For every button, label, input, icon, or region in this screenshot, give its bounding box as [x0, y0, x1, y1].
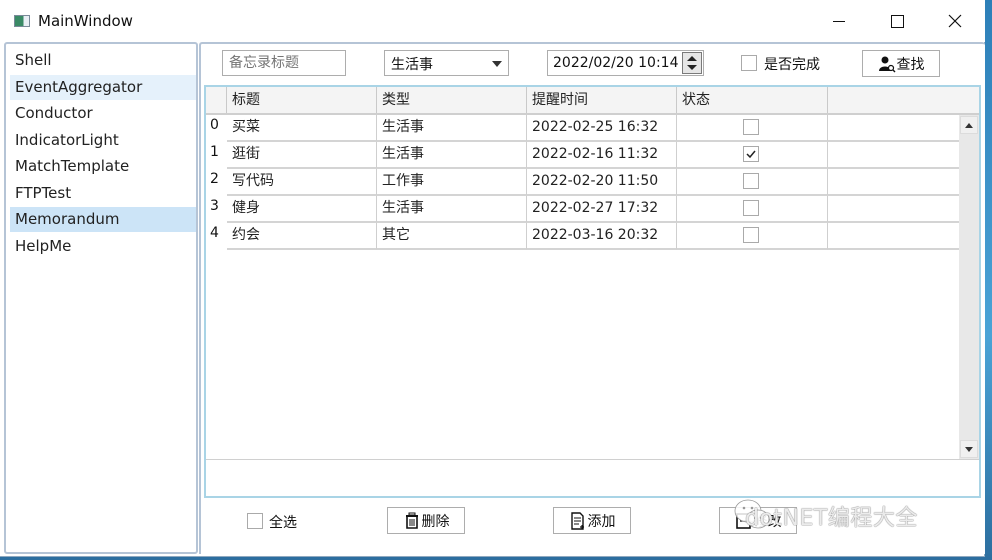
memo-data-grid: 标题 类型 提醒时间 状态 0 买菜 生活事 2022-02-25 16:32 1 逛街生… [204, 85, 981, 498]
minimize-button[interactable] [810, 0, 868, 42]
status-checkbox[interactable] [743, 119, 759, 135]
column-header-status[interactable]: 状态 [677, 87, 828, 113]
maximize-icon [890, 14, 904, 28]
add-button-label: 添加 [587, 513, 616, 530]
checkmark-icon [746, 150, 756, 159]
cell-status [677, 169, 828, 196]
title-bar: MainWindow [0, 0, 985, 42]
cell-remind-time[interactable]: 2022-02-20 11:50 [527, 169, 677, 196]
delete-button-label: 删除 [421, 513, 450, 530]
cell-title[interactable]: 约会 [227, 223, 377, 250]
table-row[interactable]: 4 约会 其它 2022-03-16 20:32 [206, 223, 963, 250]
row-index: 1 [210, 144, 219, 160]
vertical-scrollbar[interactable] [959, 115, 979, 459]
user-search-icon [878, 56, 895, 72]
sidebar-nav: Shell EventAggregator Conductor Indicato… [4, 42, 198, 554]
cell-filler [828, 142, 963, 169]
trash-icon [405, 512, 418, 529]
cell-title[interactable]: 逛街 [227, 142, 377, 169]
sidebar-item-eventaggregator[interactable]: EventAggregator [10, 75, 196, 100]
type-dropdown[interactable]: 生活事 [384, 50, 509, 76]
spin-down-icon[interactable] [687, 65, 697, 70]
type-dropdown-value: 生活事 [391, 57, 433, 73]
minimize-icon [833, 20, 845, 22]
memo-title-input[interactable] [222, 50, 346, 76]
table-row[interactable]: 3 健身 生活事 2022-02-27 17:32 [206, 196, 963, 223]
completed-checkbox[interactable] [741, 55, 757, 71]
status-checkbox[interactable] [743, 146, 759, 162]
cell-type[interactable]: 生活事 [377, 196, 527, 223]
scroll-up-button[interactable] [960, 116, 978, 134]
arrow-down-icon [965, 447, 973, 452]
main-window: MainWindow Shell EventAggregator Conduct… [0, 0, 985, 557]
edit-button-label: 修改 [753, 513, 782, 530]
cell-status [677, 223, 828, 250]
sidebar-item-helpme[interactable]: HelpMe [10, 234, 196, 259]
completed-label: 是否完成 [764, 57, 820, 73]
cell-title[interactable]: 买菜 [227, 115, 377, 142]
table-row[interactable]: 1 逛街 生活事 2022-02-16 11:32 [206, 142, 963, 169]
cell-title[interactable]: 健身 [227, 196, 377, 223]
cell-type[interactable]: 生活事 [377, 115, 527, 142]
status-checkbox[interactable] [743, 200, 759, 216]
cell-filler [828, 196, 963, 223]
cell-remind-time[interactable]: 2022-03-16 20:32 [527, 223, 677, 250]
cell-remind-time[interactable]: 2022-02-25 16:32 [527, 115, 677, 142]
edit-icon [735, 512, 751, 529]
cell-status [677, 196, 828, 223]
arrow-up-icon [965, 123, 973, 128]
cell-filler [828, 115, 963, 142]
status-checkbox[interactable] [743, 227, 759, 243]
table-row[interactable]: 2 写代码 工作事 2022-02-20 11:50 [206, 169, 963, 196]
row-header-corner [206, 87, 227, 113]
chevron-down-icon [492, 61, 502, 67]
status-checkbox[interactable] [743, 173, 759, 189]
cell-type[interactable]: 其它 [377, 223, 527, 250]
row-index: 4 [210, 225, 219, 241]
cell-type[interactable]: 生活事 [377, 142, 527, 169]
app-window-icon [14, 15, 30, 27]
remind-datetime-picker[interactable]: 2022/02/20 10:14 [547, 50, 704, 76]
cell-type[interactable]: 工作事 [377, 169, 527, 196]
spin-up-icon[interactable] [687, 56, 697, 61]
row-index: 0 [210, 117, 219, 133]
sidebar-item-conductor[interactable]: Conductor [10, 101, 196, 126]
close-icon [948, 14, 962, 28]
grid-header: 标题 类型 提醒时间 状态 [206, 87, 979, 115]
sidebar-item-memorandum[interactable]: Memorandum [10, 207, 196, 232]
scroll-down-button[interactable] [960, 440, 978, 458]
cell-filler [828, 223, 963, 250]
column-header-type[interactable]: 类型 [377, 87, 527, 113]
window-title: MainWindow [38, 12, 133, 30]
select-all-label: 全选 [269, 515, 297, 531]
edit-button[interactable]: 修改 [719, 507, 797, 534]
row-index: 3 [210, 198, 219, 214]
maximize-button[interactable] [868, 0, 926, 42]
sidebar-item-indicatorlight[interactable]: IndicatorLight [10, 128, 196, 153]
sidebar-item-shell[interactable]: Shell [10, 48, 196, 73]
cell-status [677, 142, 828, 169]
search-button[interactable]: 查找 [862, 50, 940, 77]
datetime-value: 2022/02/20 10:14 [553, 55, 679, 71]
delete-button[interactable]: 删除 [387, 507, 465, 534]
close-button[interactable] [926, 0, 984, 42]
column-header-title[interactable]: 标题 [227, 87, 377, 113]
search-button-label: 查找 [896, 56, 925, 73]
row-index: 2 [210, 171, 219, 187]
cell-status [677, 115, 828, 142]
column-header-remind-time[interactable]: 提醒时间 [527, 87, 677, 113]
cell-remind-time[interactable]: 2022-02-27 17:32 [527, 196, 677, 223]
select-all-checkbox[interactable] [247, 513, 263, 529]
datetime-spinner[interactable] [682, 52, 702, 74]
sidebar-item-matchtemplate[interactable]: MatchTemplate [10, 154, 196, 179]
document-add-icon [570, 511, 584, 530]
table-row[interactable]: 0 买菜 生活事 2022-02-25 16:32 [206, 115, 963, 142]
grid-footer-divider [206, 459, 979, 460]
cell-filler [828, 169, 963, 196]
sidebar-item-ftptest[interactable]: FTPTest [10, 181, 196, 206]
cell-remind-time[interactable]: 2022-02-16 11:32 [527, 142, 677, 169]
cell-title[interactable]: 写代码 [227, 169, 377, 196]
add-button[interactable]: 添加 [553, 507, 631, 534]
